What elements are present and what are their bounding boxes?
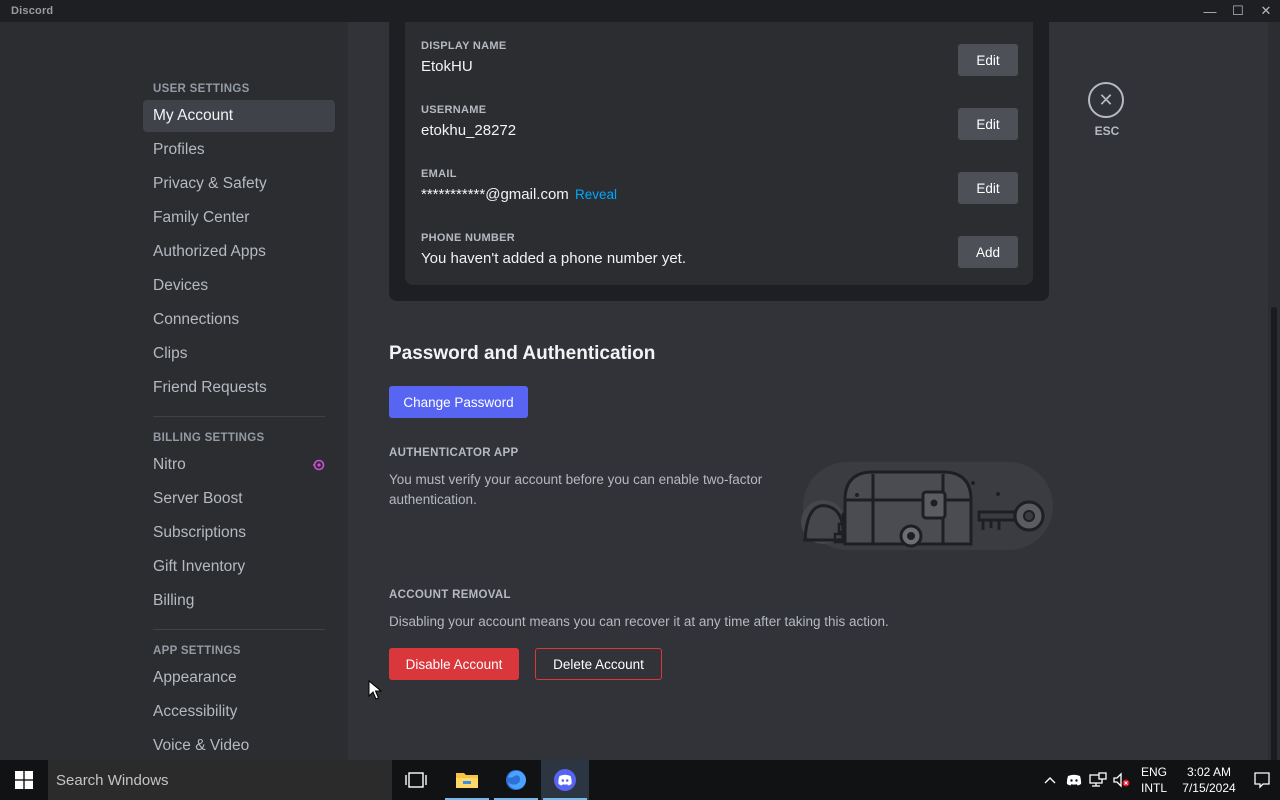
authenticator-description-line: You must verify your account before you …	[389, 472, 763, 487]
treasure-chest-illustration	[801, 462, 1053, 550]
divider	[153, 629, 325, 630]
network-icon[interactable]	[1086, 760, 1110, 800]
sidebar-item-billing[interactable]: Billing	[143, 585, 335, 617]
volume-muted-icon[interactable]	[1110, 760, 1134, 800]
clock-time: 3:02 AM	[1186, 765, 1232, 779]
sidebar-item-server-boost[interactable]: Server Boost	[143, 483, 335, 515]
sidebar-item-accessibility[interactable]: Accessibility	[143, 696, 335, 728]
content-scrollbar[interactable]	[1268, 22, 1280, 772]
maximize-icon[interactable]: ☐	[1224, 0, 1252, 22]
esc-label: ESC	[1094, 124, 1120, 138]
discord-window: Discord — ☐ ✕ USER SETTINGS My Account P…	[0, 0, 1280, 800]
notifications-icon[interactable]	[1244, 760, 1280, 800]
windows-taskbar: Search Windows ENG INTL 3:02 AM 7/15/202…	[0, 760, 1280, 800]
sidebar-item-privacy-safety[interactable]: Privacy & Safety	[143, 168, 335, 200]
sidebar-item-voice-video[interactable]: Voice & Video	[143, 730, 335, 760]
scrollbar-thumb[interactable]	[1271, 307, 1277, 772]
system-tray: ENG INTL 3:02 AM 7/15/2024	[1038, 760, 1280, 800]
sidebar-item-profiles[interactable]: Profiles	[143, 134, 335, 166]
display-name-field: DISPLAY NAME EtokHU	[421, 40, 1021, 75]
discord-tray-icon[interactable]	[1062, 760, 1086, 800]
windows-start-icon[interactable]	[0, 760, 48, 800]
sidebar-item-devices[interactable]: Devices	[143, 270, 335, 302]
phone-value: You haven't added a phone number yet.	[421, 250, 687, 267]
email-field: EMAIL ***********@gmail.com Reveal	[421, 168, 1021, 203]
app-title: Discord	[11, 5, 54, 17]
username-value: etokhu_28272	[421, 122, 517, 139]
file-explorer-icon[interactable]	[443, 760, 491, 800]
reveal-email-link[interactable]: Reveal	[575, 187, 617, 202]
sidebar-item-family-center[interactable]: Family Center	[143, 202, 335, 234]
mouse-cursor-icon	[368, 680, 382, 700]
language-code: ENG	[1140, 765, 1167, 779]
authenticator-app-header: AUTHENTICATOR APP	[389, 447, 519, 459]
sidebar-item-appearance[interactable]: Appearance	[143, 662, 335, 694]
user-settings-header: USER SETTINGS	[153, 83, 250, 95]
display-name-value: EtokHU	[421, 58, 473, 75]
account-fields-panel: DISPLAY NAME EtokHU Edit USERNAME etokhu…	[405, 22, 1033, 285]
display-name-label: DISPLAY NAME	[421, 40, 507, 52]
username-field: USERNAME etokhu_28272	[421, 104, 1021, 139]
sidebar-item-nitro[interactable]: Nitro	[143, 449, 335, 481]
close-window-icon[interactable]: ✕	[1252, 0, 1280, 22]
sidebar-item-gift-inventory[interactable]: Gift Inventory	[143, 551, 335, 583]
window-controls: — ☐ ✕	[1196, 0, 1280, 22]
account-removal-header: ACCOUNT REMOVAL	[389, 589, 511, 601]
password-section-title: Password and Authentication	[389, 343, 656, 364]
add-phone-button[interactable]: Add	[958, 236, 1018, 268]
edit-display-name-button[interactable]: Edit	[958, 44, 1018, 76]
settings-sidebar: USER SETTINGS My Account Profiles Privac…	[0, 22, 348, 760]
chevron-up-icon[interactable]	[1038, 760, 1062, 800]
account-card: DISPLAY NAME EtokHU Edit USERNAME etokhu…	[389, 22, 1049, 301]
edit-email-button[interactable]: Edit	[958, 172, 1018, 204]
sidebar-item-connections[interactable]: Connections	[143, 304, 335, 336]
windows-search-box[interactable]: Search Windows	[48, 760, 392, 800]
settings-content: DISPLAY NAME EtokHU Edit USERNAME etokhu…	[348, 22, 1268, 760]
phone-field: PHONE NUMBER You haven't added a phone n…	[421, 232, 1021, 267]
billing-settings-header: BILLING SETTINGS	[153, 432, 265, 444]
email-label: EMAIL	[421, 168, 457, 180]
authenticator-description-line: authentication.	[389, 492, 477, 507]
close-icon[interactable]: ✕	[1088, 82, 1124, 118]
disable-account-button[interactable]: Disable Account	[389, 648, 519, 680]
username-label: USERNAME	[421, 104, 487, 116]
phone-label: PHONE NUMBER	[421, 232, 516, 244]
clock-date: 7/15/2024	[1182, 781, 1236, 795]
close-settings[interactable]: ✕ ESC	[1088, 82, 1126, 138]
minimize-icon[interactable]: —	[1196, 0, 1224, 22]
authenticator-description: You must verify your account before you …	[389, 470, 762, 510]
input-language[interactable]: ENG INTL	[1134, 764, 1174, 796]
change-password-button[interactable]: Change Password	[389, 386, 528, 418]
firefox-icon[interactable]	[492, 760, 540, 800]
keyboard-layout: INTL	[1140, 781, 1167, 795]
nitro-icon	[313, 459, 325, 471]
sidebar-item-friend-requests[interactable]: Friend Requests	[143, 372, 335, 404]
sidebar-item-clips[interactable]: Clips	[143, 338, 335, 370]
edit-username-button[interactable]: Edit	[958, 108, 1018, 140]
app-settings-header: APP SETTINGS	[153, 645, 241, 657]
task-view-icon[interactable]	[392, 760, 440, 800]
divider	[153, 416, 325, 417]
sidebar-item-label: Nitro	[153, 456, 186, 473]
sidebar-item-authorized-apps[interactable]: Authorized Apps	[143, 236, 335, 268]
clock[interactable]: 3:02 AM 7/15/2024	[1174, 764, 1244, 796]
delete-account-button[interactable]: Delete Account	[535, 648, 662, 680]
title-bar: Discord — ☐ ✕	[0, 0, 1280, 22]
account-removal-description: Disabling your account means you can rec…	[389, 614, 889, 629]
sidebar-item-subscriptions[interactable]: Subscriptions	[143, 517, 335, 549]
email-row: ***********@gmail.com Reveal	[421, 186, 1021, 203]
discord-taskbar-icon[interactable]	[541, 760, 589, 800]
email-value: ***********@gmail.com	[421, 186, 569, 203]
sidebar-item-my-account[interactable]: My Account	[143, 100, 335, 132]
